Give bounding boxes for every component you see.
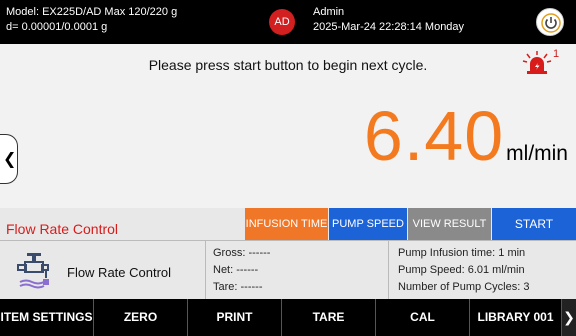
view-result-button[interactable]: VIEW RESULT <box>408 208 492 240</box>
pump-settings-summary: Pump Infusion time: 1 min Pump Speed: 6.… <box>398 245 529 296</box>
pump-cycles-count: Number of Pump Cycles: 3 <box>398 281 530 293</box>
tare-value: Tare: ------ <box>213 281 263 293</box>
pump-infusion-time: Pump Infusion time: 1 min <box>398 247 526 259</box>
library-button[interactable]: LIBRARY 001 <box>470 299 562 336</box>
application-mode: Flow Rate Control <box>0 241 206 300</box>
item-settings-button[interactable]: ITEM SETTINGS <box>0 299 94 336</box>
start-button[interactable]: START <box>492 208 576 240</box>
user-info: Admin 2025-Mar-24 22:28:14 Monday <box>313 5 464 35</box>
top-status-bar: Model: EX225D/AD Max 120/220 g d= 0.0000… <box>0 0 576 44</box>
flow-rate-reading: 6.40ml/min <box>364 96 568 176</box>
cal-button[interactable]: CAL <box>376 299 470 336</box>
info-panel: Flow Rate Control Gross: ------ Net: ---… <box>0 240 576 300</box>
datetime: 2025-Mar-24 22:28:14 Monday <box>313 21 465 33</box>
power-icon <box>541 13 561 33</box>
reading-value: 6.40 <box>363 97 505 175</box>
action-buttons: INFUSION TIME PUMP SPEED VIEW RESULT STA… <box>245 208 576 240</box>
valve-icon <box>17 253 49 289</box>
print-button[interactable]: PRINT <box>188 299 282 336</box>
model-info: Model: EX225D/AD Max 120/220 g d= 0.0000… <box>6 5 177 35</box>
alarm-icon[interactable] <box>520 50 554 74</box>
alarm-count-badge: 1 <box>553 48 560 60</box>
chevron-left-icon: ❮ <box>3 151 17 168</box>
user-avatar[interactable]: AD <box>269 9 295 35</box>
division-line: d= 0.00001/0.0001 g <box>6 21 108 33</box>
power-button[interactable] <box>536 8 564 36</box>
weight-readings: Gross: ------ Net: ------ Tare: ------ <box>213 245 270 296</box>
gross-value: Gross: ------ <box>213 247 271 259</box>
chevron-right-icon[interactable]: ❯ <box>562 299 576 336</box>
status-message: Please press start button to begin next … <box>148 57 428 73</box>
model-line: Model: EX225D/AD Max 120/220 g <box>6 6 178 18</box>
function-key-bar: ITEM SETTINGS ZERO PRINT TARE CAL LIBRAR… <box>0 299 576 336</box>
zero-button[interactable]: ZERO <box>94 299 188 336</box>
info-mode-label: Flow Rate Control <box>67 265 172 280</box>
pump-speed-button[interactable]: PUMP SPEED <box>329 208 408 240</box>
infusion-time-button[interactable]: INFUSION TIME <box>245 208 329 240</box>
info-divider <box>388 241 389 300</box>
tare-button[interactable]: TARE <box>282 299 376 336</box>
side-panel-toggle[interactable]: ❮ <box>0 134 18 184</box>
main-display: Please press start button to begin next … <box>0 44 576 237</box>
pump-speed-value: Pump Speed: 6.01 ml/min <box>398 264 525 276</box>
net-value: Net: ------ <box>213 264 259 276</box>
reading-unit: ml/min <box>506 142 568 165</box>
user-name: Admin <box>313 6 345 18</box>
mode-label: Flow Rate Control <box>6 221 119 237</box>
